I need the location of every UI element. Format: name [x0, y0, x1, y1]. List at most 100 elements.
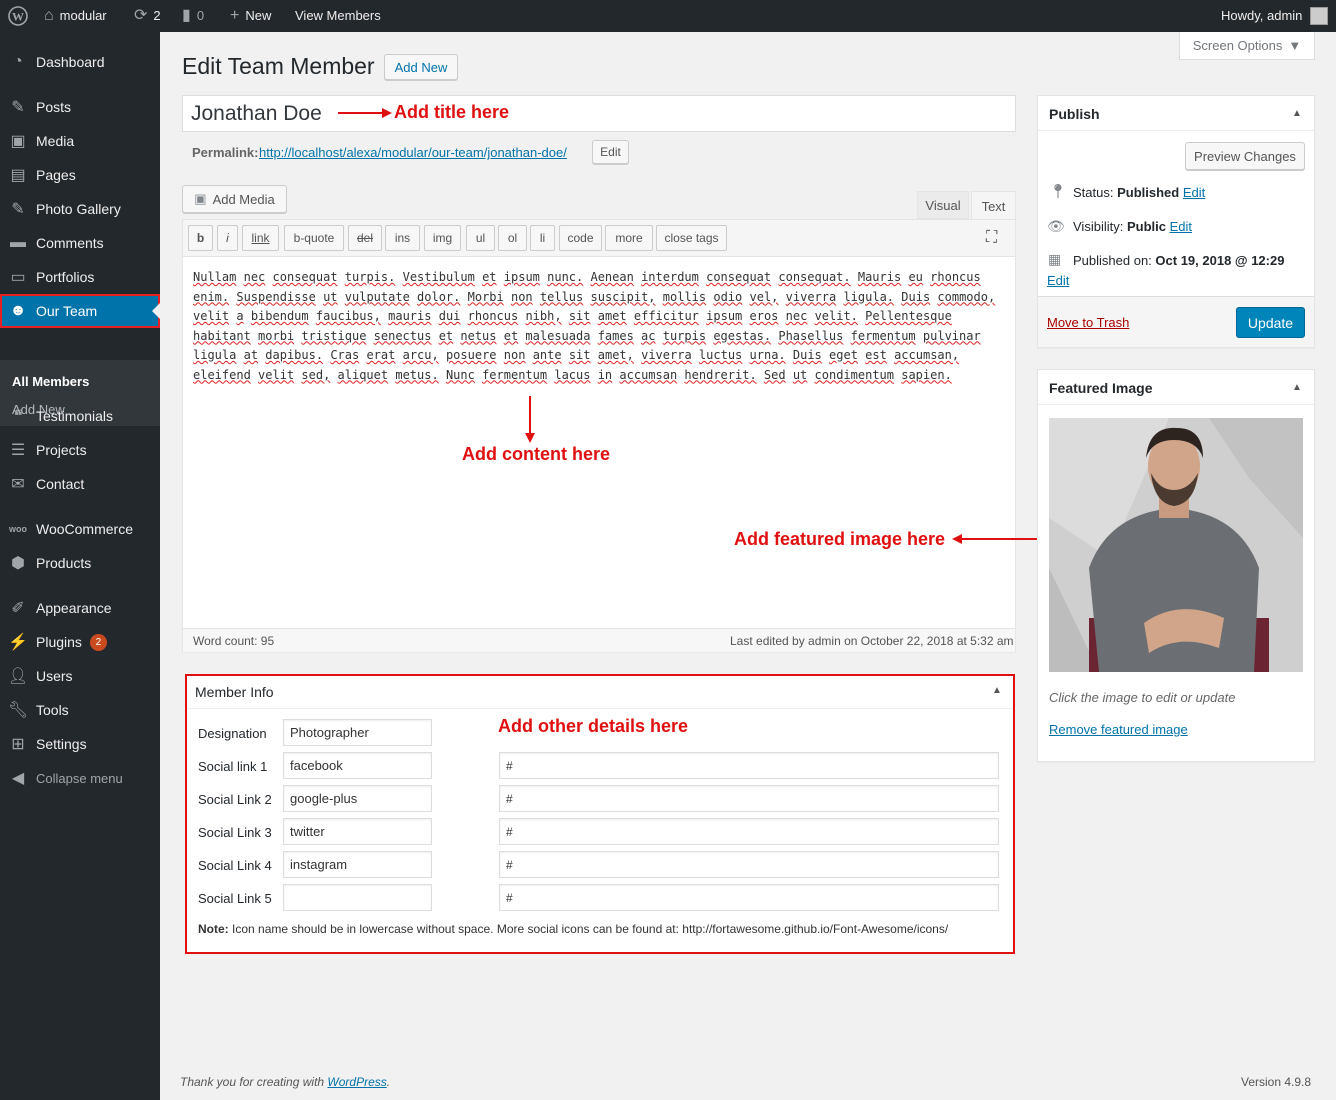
- quicktag-b-quote-button[interactable]: b-quote: [284, 225, 344, 251]
- site-name-link[interactable]: ⌂ modular: [44, 0, 107, 32]
- my-account-link[interactable]: Howdy, admin: [1221, 0, 1329, 32]
- content-word: urna.: [749, 348, 786, 362]
- content-word: sit: [568, 309, 591, 323]
- designation-input[interactable]: Photographer: [283, 719, 432, 746]
- quicktag-li-button[interactable]: li: [530, 225, 555, 251]
- add-media-icon: ▣: [194, 191, 207, 206]
- fullscreen-icon[interactable]: ⛶: [986, 229, 997, 247]
- permalink-url[interactable]: http://localhost/alexa/modular/our-team/…: [259, 145, 567, 160]
- menu-comments[interactable]: ▬ Comments: [0, 226, 160, 260]
- menu-photo-gallery[interactable]: ✎ Photo Gallery: [0, 192, 160, 226]
- footer-thanks: Thank you for creating with WordPress.: [180, 1075, 391, 1089]
- menu-our-team[interactable]: ☻ Our Team: [0, 294, 160, 328]
- quicktag-del-button[interactable]: del: [348, 225, 382, 251]
- remove-featured-image-link[interactable]: Remove featured image: [1049, 722, 1188, 737]
- quicktag-more-button[interactable]: more: [605, 225, 653, 251]
- update-button[interactable]: Update: [1236, 307, 1305, 338]
- menu-pages[interactable]: ▤ Pages: [0, 158, 160, 192]
- permalink-edit-button[interactable]: Edit: [592, 140, 629, 164]
- social-url-input[interactable]: #: [499, 752, 999, 779]
- quicktag-i-button[interactable]: i: [217, 225, 238, 251]
- social-url-input[interactable]: #: [499, 851, 999, 878]
- menu-posts[interactable]: ✎ Posts: [0, 90, 160, 124]
- menu-plugins[interactable]: ⚡ Plugins 2: [0, 625, 160, 659]
- content-word: rhoncus: [467, 309, 519, 323]
- menu-media[interactable]: ▣ Media: [0, 124, 160, 158]
- content-word: et: [438, 328, 454, 343]
- quicktag-link-button[interactable]: link: [242, 225, 279, 251]
- social-icon-input[interactable]: google-plus: [283, 785, 432, 812]
- updates-link[interactable]: ⟳ 2: [134, 0, 161, 32]
- menu-settings[interactable]: ⊞ Settings: [0, 727, 160, 761]
- social-icon-input[interactable]: instagram: [283, 851, 432, 878]
- post-title-input[interactable]: Jonathan Doe: [182, 95, 1016, 132]
- content-word: condimentum: [814, 367, 894, 382]
- new-content-link[interactable]: + New: [230, 0, 271, 32]
- edit-status-link[interactable]: Edit: [1183, 185, 1205, 200]
- menu-projects[interactable]: ☰ Projects: [0, 433, 160, 467]
- view-members-link[interactable]: View Members: [295, 0, 381, 32]
- social-icon-input[interactable]: [283, 884, 432, 911]
- menu-contact[interactable]: ✉ Contact: [0, 467, 160, 501]
- content-word: malesuada: [525, 328, 591, 343]
- content-word: nibh,: [525, 309, 562, 323]
- last-edited: Last edited by admin on October 22, 2018…: [730, 634, 1014, 648]
- add-new-button[interactable]: Add New: [384, 54, 458, 80]
- menu-dashboard[interactable]: ◔ Dashboard: [0, 45, 160, 79]
- content-word: et: [482, 270, 497, 284]
- collapse-menu[interactable]: ◀ Collapse menu: [0, 761, 160, 795]
- quicktag-img-button[interactable]: img: [424, 225, 461, 251]
- social-link-label: Social Link 2: [198, 792, 272, 807]
- comment-icon: ▬: [10, 234, 26, 251]
- comments-link[interactable]: ▮ 0: [182, 0, 204, 32]
- content-word: morbi: [258, 328, 295, 343]
- content-word: ipsum: [503, 270, 540, 284]
- submenu-all-members[interactable]: All Members: [12, 374, 89, 389]
- content-word: a: [236, 309, 244, 323]
- menu-testimonials[interactable]: ❝ Testimonials: [0, 399, 160, 433]
- add-media-button[interactable]: ▣ Add Media: [182, 185, 287, 213]
- quicktag-b-button[interactable]: b: [188, 225, 213, 251]
- social-url-input[interactable]: #: [499, 785, 999, 812]
- tab-text[interactable]: Text: [971, 191, 1016, 220]
- content-word: Suspendisse: [236, 289, 316, 304]
- social-url-input[interactable]: #: [499, 884, 999, 911]
- preview-changes-button[interactable]: Preview Changes: [1185, 142, 1305, 170]
- screen-options-button[interactable]: Screen Options ▼: [1179, 32, 1315, 60]
- content-word: netus: [460, 328, 497, 343]
- quicktag-close-tags-button[interactable]: close tags: [656, 225, 727, 251]
- tab-visual[interactable]: Visual: [917, 191, 969, 219]
- member-info-header[interactable]: [187, 676, 1013, 709]
- social-url-input[interactable]: #: [499, 818, 999, 845]
- wordpress-link[interactable]: WordPress: [327, 1075, 386, 1089]
- quicktag-ins-button[interactable]: ins: [385, 225, 420, 251]
- menu-portfolios[interactable]: ▭ Portfolios: [0, 260, 160, 294]
- box-icon: ⬢: [11, 555, 25, 572]
- social-icon-input[interactable]: facebook: [283, 752, 432, 779]
- menu-tools[interactable]: 🔧︎ Tools: [0, 693, 160, 727]
- quicktag-code-button[interactable]: code: [559, 225, 602, 251]
- collapse-arrow-icon[interactable]: ▲: [992, 685, 1002, 696]
- avatar: [1310, 7, 1329, 25]
- menu-users[interactable]: 👤︎ Users: [0, 659, 160, 693]
- content-word: egestas.: [713, 328, 772, 343]
- social-link-label: Social Link 5: [198, 891, 272, 906]
- publish-status: Status: Published Edit: [1073, 185, 1206, 200]
- collapse-icon: ◀: [11, 770, 25, 787]
- caret-down-icon: ▼: [1288, 38, 1302, 53]
- featured-image[interactable]: [1049, 418, 1303, 672]
- content-word: ut: [792, 367, 808, 382]
- edit-visibility-link[interactable]: Edit: [1170, 219, 1192, 234]
- collapse-arrow-icon[interactable]: ▲: [1292, 108, 1302, 119]
- wordpress-logo-icon[interactable]: W: [8, 0, 28, 32]
- quicktag-ol-button[interactable]: ol: [498, 225, 527, 251]
- edit-date-link[interactable]: Edit: [1047, 273, 1069, 288]
- menu-woocommerce[interactable]: woo WooCommerce: [0, 512, 160, 546]
- move-to-trash-link[interactable]: Move to Trash: [1047, 315, 1129, 330]
- quicktag-ul-button[interactable]: ul: [466, 225, 495, 251]
- collapse-arrow-icon[interactable]: ▲: [1292, 382, 1302, 393]
- editor-textarea[interactable]: Nullam nec consequat turpis. Vestibulum …: [193, 268, 1005, 385]
- social-icon-input[interactable]: twitter: [283, 818, 432, 845]
- menu-appearance[interactable]: ✐ Appearance: [0, 591, 160, 625]
- menu-products[interactable]: ⬢ Products: [0, 546, 160, 580]
